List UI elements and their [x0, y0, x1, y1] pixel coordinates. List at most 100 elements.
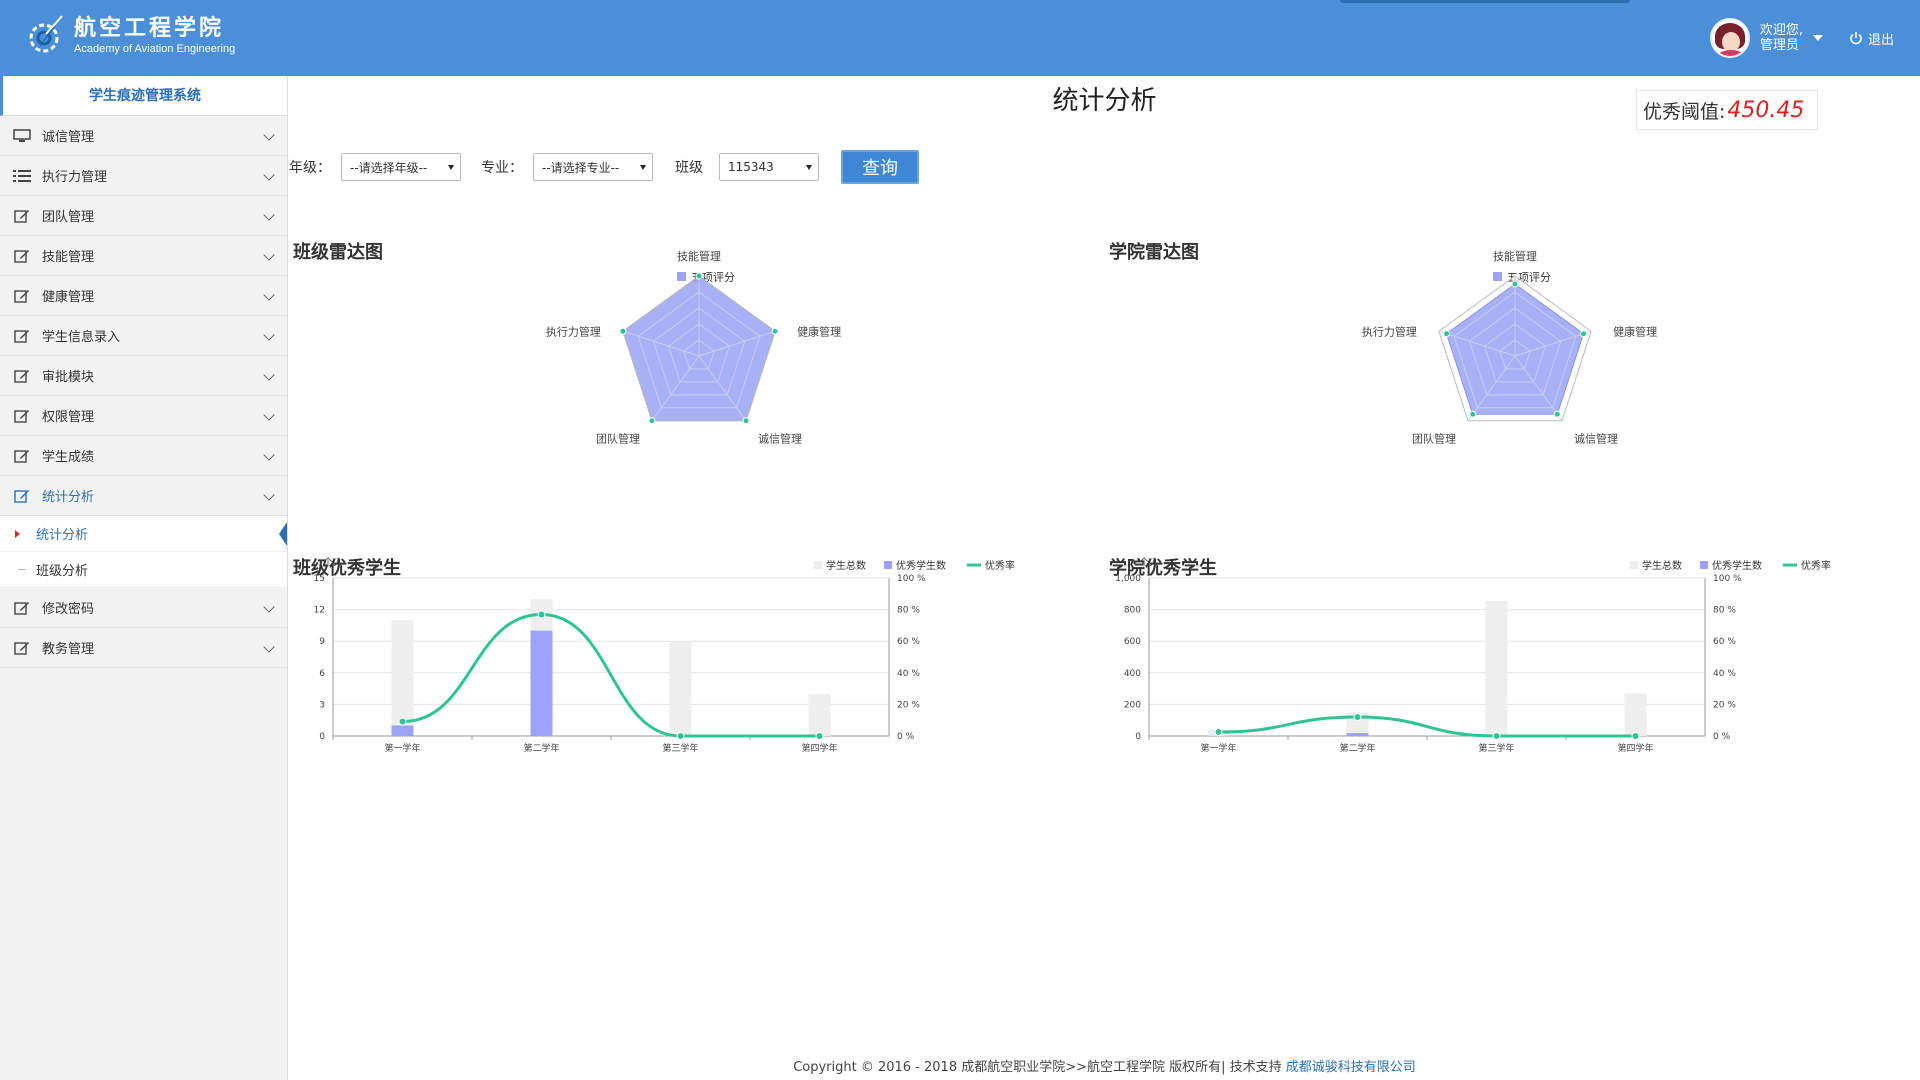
- sidebar-item-execution[interactable]: 执行力管理: [0, 156, 287, 196]
- edit-icon: [12, 488, 32, 504]
- rate-point: [537, 610, 546, 619]
- sidebar-subitem-label: 统计分析: [36, 528, 89, 543]
- sidebar-item-label: 健康管理: [42, 290, 95, 305]
- sidebar-item-statistics[interactable]: 统计分析: [0, 476, 287, 516]
- radar-indicator-label: 健康管理: [797, 324, 841, 338]
- college-logo[interactable]: 航空工程学院 Academy of Aviation Engineering: [24, 12, 235, 60]
- select-arrow-icon: [640, 165, 646, 170]
- sidebar-item-change-password[interactable]: 修改密码: [0, 588, 287, 628]
- radar-indicator-label: 执行力管理: [546, 324, 601, 338]
- sidebar-item-label: 权限管理: [42, 410, 95, 425]
- rate-point: [1492, 732, 1501, 740]
- radar-indicator-label: 执行力管理: [1362, 324, 1417, 338]
- sidebar-item-label: 诚信管理: [42, 130, 95, 145]
- sidebar-item-label: 团队管理: [42, 210, 95, 225]
- sidebar-item-label: 审批模块: [42, 370, 95, 385]
- radar-indicator-label: 技能管理: [1493, 249, 1537, 263]
- chevron-down-icon: [263, 169, 275, 181]
- threshold-label: 优秀阈值:: [1643, 100, 1726, 123]
- query-button[interactable]: 查询: [841, 150, 919, 184]
- sidebar-item-team[interactable]: 团队管理: [0, 196, 287, 236]
- avatar[interactable]: [1709, 18, 1750, 58]
- radar-point: [742, 417, 750, 425]
- edit-icon: [12, 408, 32, 424]
- logo-chinese-name: 航空工程学院: [74, 16, 225, 41]
- grade-select[interactable]: --请选择年级--: [341, 153, 461, 181]
- sidebar-item-health[interactable]: 健康管理: [0, 276, 287, 316]
- sidebar-item-label: 统计分析: [42, 490, 95, 505]
- y2-tick-label: 20 %: [897, 700, 920, 710]
- edit-icon: [12, 248, 32, 264]
- y2-tick-label: 80 %: [897, 606, 920, 616]
- system-title: 学生痕迹管理系统: [0, 76, 287, 116]
- sidebar-item-student-info[interactable]: 学生信息录入: [0, 316, 287, 356]
- power-icon: [1850, 32, 1862, 45]
- sidebar-item-label: 执行力管理: [42, 170, 108, 185]
- college-radar-title: 学院雷达图: [1109, 242, 1199, 263]
- sidebar-item-grades[interactable]: 学生成绩: [0, 436, 287, 476]
- legend-label: 学生总数: [1642, 559, 1682, 572]
- class-excellent-chart: 学生总数 优秀学生数 优秀率 个人 0 0 % 3 20 % 6 40 % 9 60 % 12 80 % 1…: [314, 557, 1015, 754]
- sidebar-item-skills[interactable]: 技能管理: [0, 236, 287, 276]
- legend-label: 优秀学生数: [1712, 559, 1762, 572]
- legend-label: 学生总数: [826, 559, 866, 572]
- rate-point: [815, 732, 824, 740]
- chevron-down-icon: [263, 601, 275, 613]
- y2-tick-label: 60 %: [897, 637, 920, 647]
- x-tick-label: 第二学年: [523, 742, 559, 754]
- threshold-value: 450.45: [1727, 97, 1805, 123]
- y-tick-label: 3: [319, 700, 325, 710]
- radar-point: [1511, 280, 1519, 288]
- class-select-value: 115343: [728, 160, 774, 174]
- sidebar-item-approval[interactable]: 审批模块: [0, 356, 287, 396]
- class-radar-chart: 五项评分技能管理健康管理诚信管理团队管理执行力管理: [546, 249, 841, 446]
- sidebar-subitem-class-analysis[interactable]: 班级分析: [0, 552, 287, 588]
- chevron-down-icon: [263, 129, 275, 141]
- bar-total: [808, 693, 831, 736]
- tech-support-link[interactable]: 成都诚骏科技有限公司: [1286, 1060, 1416, 1075]
- logo-english-name: Academy of Aviation Engineering: [74, 43, 236, 55]
- radar-point: [1469, 410, 1477, 418]
- y2-tick-label: 60 %: [1713, 637, 1736, 647]
- welcome-text: 欢迎您,: [1759, 23, 1803, 38]
- logout-button[interactable]: 退出: [1849, 29, 1894, 48]
- select-arrow-icon: [806, 165, 812, 170]
- radar-indicator-label: 技能管理: [677, 249, 721, 263]
- monitor-icon: [12, 128, 32, 144]
- sidebar-item-label: 修改密码: [42, 602, 95, 617]
- sidebar-item-integrity[interactable]: 诚信管理: [0, 116, 287, 156]
- chevron-down-icon: [263, 329, 275, 341]
- bar-total: [1485, 600, 1508, 736]
- legend-label: 优秀率: [1801, 559, 1831, 572]
- class-select[interactable]: 115343: [719, 153, 819, 181]
- sidebar-subitem-label: 班级分析: [36, 564, 89, 579]
- y-tick-label: 6: [319, 669, 325, 679]
- caret-down-icon[interactable]: [1812, 35, 1823, 41]
- bar-excellent: [530, 630, 553, 736]
- x-tick-label: 第三学年: [1478, 742, 1514, 754]
- legend-swatch: [1493, 272, 1502, 281]
- major-select-value: --请选择专业--: [542, 160, 620, 175]
- college-excellent-chart: 学生总数 优秀学生数 优秀率 个人 0 0 % 200 20 % 400 40 % 600 60 % 8…: [1115, 557, 1831, 754]
- y-tick-label: 0: [1135, 732, 1141, 742]
- sidebar-item-permissions[interactable]: 权限管理: [0, 396, 287, 436]
- sidebar-item-academic-affairs[interactable]: 教务管理: [0, 628, 287, 668]
- y-tick-label: 0: [319, 732, 325, 742]
- user-menu[interactable]: 欢迎您, 管理员: [1760, 23, 1803, 53]
- y-tick-label: 400: [1124, 669, 1141, 679]
- major-select[interactable]: --请选择专业--: [533, 153, 653, 181]
- sidebar-subitem-statistics[interactable]: 统计分析: [0, 516, 287, 552]
- legend-swatch: [1630, 561, 1638, 569]
- radar-point: [1443, 330, 1451, 338]
- legend-swatch: [1700, 561, 1708, 569]
- grade-select-value: --请选择年级--: [350, 160, 428, 175]
- chevron-down-icon: [263, 489, 275, 501]
- radar-point: [771, 327, 779, 335]
- sidebar-item-label: 学生信息录入: [42, 330, 121, 345]
- legend-label: 优秀率: [985, 559, 1015, 572]
- rate-line: [1218, 715, 1636, 738]
- class-radar-title: 班级雷达图: [293, 242, 383, 263]
- class-label: 班级: [675, 160, 703, 176]
- edit-icon: [12, 328, 32, 344]
- x-tick-label: 第一学年: [1200, 742, 1236, 754]
